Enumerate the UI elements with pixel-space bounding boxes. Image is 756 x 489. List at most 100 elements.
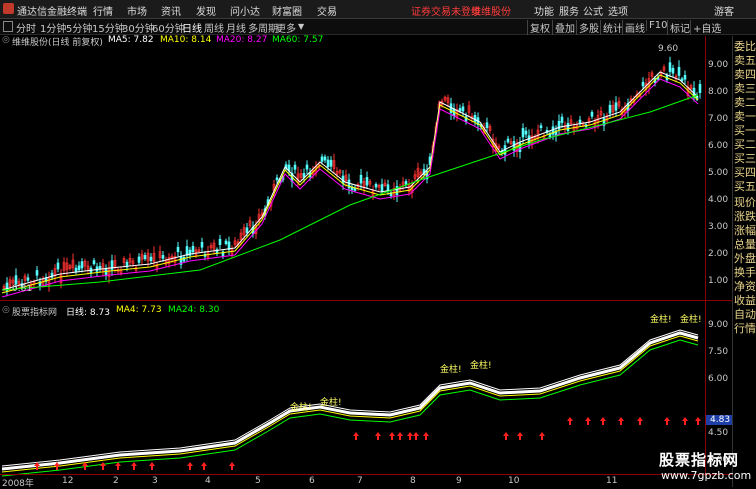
candle-body (566, 123, 570, 132)
buy-arrow-icon (695, 417, 701, 425)
y-tick: 1.00 (708, 276, 729, 286)
candle-body (305, 164, 309, 170)
buy-arrow-icon (664, 417, 670, 425)
candle-body (320, 156, 324, 162)
buy-arrow-icon (131, 462, 137, 470)
signal-label: 金柱! (320, 396, 342, 408)
candle-body (191, 245, 195, 253)
candle-body (473, 114, 477, 122)
candle-body (14, 275, 18, 285)
x-tick: 4 (205, 476, 211, 486)
candle-body (380, 184, 384, 192)
buy-arrow-icon (423, 432, 429, 440)
x-tick: 2008年 (2, 479, 34, 489)
x-tick: 10 (508, 476, 520, 486)
candle-body (524, 130, 528, 135)
candle-body (485, 122, 489, 129)
candle-body (506, 138, 510, 143)
candle-body (323, 156, 327, 161)
x-axis-line (0, 474, 732, 475)
watermark-title: 股票指标网 (659, 451, 740, 469)
candle-body (293, 164, 297, 170)
buy-arrow-icon (637, 417, 643, 425)
candle-body (224, 240, 228, 245)
y-tick: 2.00 (708, 249, 729, 259)
candle-body (698, 83, 702, 93)
sub-y-tick: 4.50 (708, 428, 729, 438)
sidebar-item: 买五 (734, 180, 756, 193)
candle-body (386, 184, 390, 192)
candle-body (161, 255, 165, 259)
watermark: 股票指标网 www.7gpzb.com (651, 447, 755, 487)
candle-body (590, 111, 594, 117)
buy-arrow-icon (149, 462, 155, 470)
candle-body (608, 104, 612, 114)
x-tick: 5 (255, 476, 261, 486)
signal-label: 金柱! (680, 313, 702, 325)
candle-body (326, 159, 330, 168)
y-tick: 3.00 (708, 222, 729, 232)
signal-label: 金柱! (470, 359, 492, 371)
x-tick: 9 (456, 476, 462, 486)
candle-body (527, 135, 531, 145)
buy-arrow-icon (201, 462, 207, 470)
candle-body (35, 270, 39, 276)
buy-arrow-icon (682, 417, 688, 425)
y-tick: 4.00 (708, 195, 729, 205)
sub-y-tick: 9.00 (708, 320, 729, 330)
buy-arrow-icon (397, 432, 403, 440)
buy-arrow-icon (353, 432, 359, 440)
candle-body (245, 227, 249, 234)
x-tick: 6 (309, 476, 315, 486)
panel-divider (0, 300, 732, 301)
buy-arrow-icon (600, 417, 606, 425)
buy-arrow-icon (389, 432, 395, 440)
y-axis-line (705, 36, 706, 476)
candle-body (218, 238, 222, 245)
buy-arrow-icon (567, 417, 573, 425)
y-tick: 9.00 (708, 60, 729, 70)
candle-body (77, 265, 81, 271)
current-price-tag: 4.83 (706, 415, 735, 425)
candle-body (185, 246, 189, 256)
signal-label: 金柱! (440, 363, 462, 375)
x-tick: 11 (606, 476, 618, 486)
candle-body (26, 277, 30, 281)
candle-body (149, 256, 153, 262)
signal-label: 金柱! (290, 401, 312, 413)
candle-body (458, 108, 462, 112)
candle-body (521, 128, 525, 138)
candle-body (677, 66, 681, 76)
low-price-label: 0.81 (12, 284, 33, 294)
x-tick: 8 (410, 476, 416, 486)
buy-arrow-icon (100, 462, 106, 470)
candle-body (329, 159, 333, 167)
candle-body (275, 177, 279, 181)
signal-label: 金柱! (650, 313, 672, 325)
candle-body (668, 62, 672, 72)
buy-arrow-icon (115, 462, 121, 470)
sub-thick-line (1, 331, 699, 471)
candle-body (359, 174, 363, 184)
candle-body (671, 67, 675, 74)
candle-body (539, 125, 543, 129)
watermark-url: www.7gpzb.com (661, 469, 752, 482)
quote-sidebar: 委比 卖五 卖四 卖三 卖二 卖一 买一 买二 买三 买四 买五 现价 涨跌 涨… (732, 36, 756, 487)
x-tick: 2 (113, 476, 119, 486)
candle-body (365, 177, 369, 186)
x-tick: 3 (152, 476, 158, 486)
candle-body (683, 74, 687, 80)
buy-arrow-icon (517, 432, 523, 440)
sub-white-line (1, 329, 699, 467)
candle-body (176, 246, 180, 253)
buy-arrow-icon (413, 432, 419, 440)
x-tick: 12 (62, 476, 74, 486)
kline-chart[interactable]: 金柱! 金柱! 金柱! 金柱! 金柱! 金柱! (0, 0, 756, 487)
sidebar-item[interactable]: 行情 (734, 320, 756, 336)
sub-y-tick: 6.00 (708, 374, 729, 384)
candle-body (80, 261, 84, 269)
candle-body (461, 106, 465, 112)
candle-body (200, 241, 204, 248)
candle-body (92, 260, 96, 265)
buy-arrow-icon (407, 432, 413, 440)
